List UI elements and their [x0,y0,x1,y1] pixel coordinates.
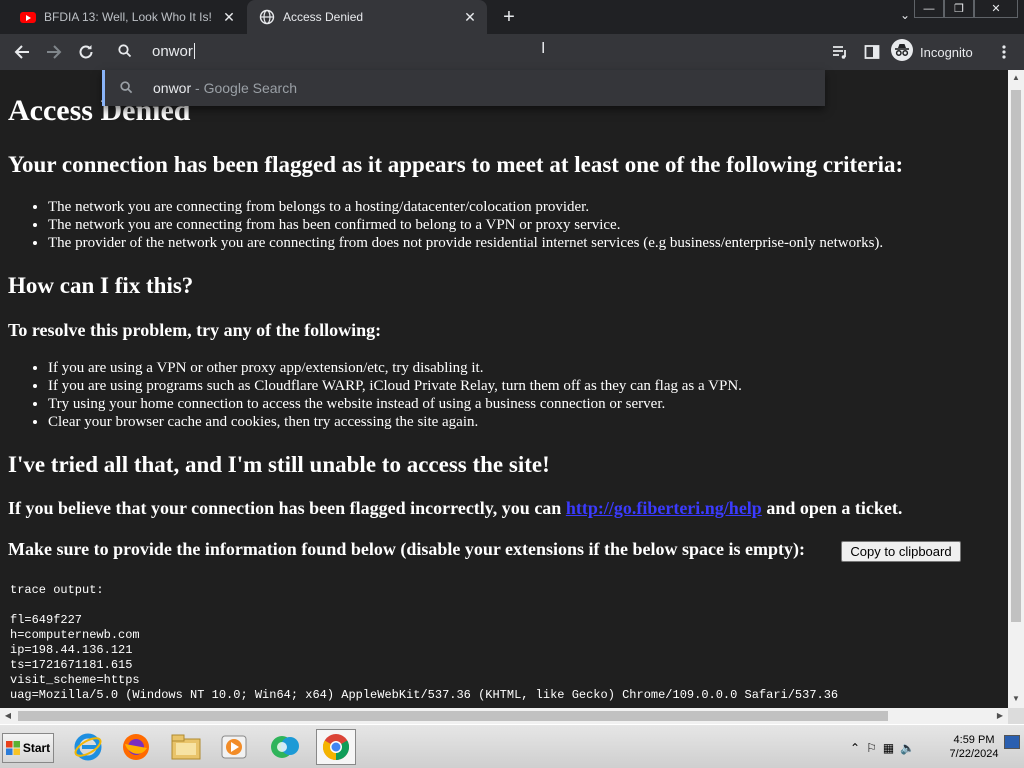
clock-date: 7/22/2024 [949,748,999,760]
list-item: The provider of the network you are conn… [48,234,883,252]
trace-line: fl=649f227 [10,613,83,627]
network-icon[interactable]: ▦ [883,741,894,755]
trace-line: ts=1721671181.615 [10,658,133,672]
system-tray: ⌃ ⚐ ▦ 🔈 [850,733,915,763]
media-control-button[interactable] [828,40,852,64]
list-item: If you are using a VPN or other proxy ap… [48,359,742,377]
search-icon [120,81,133,99]
menu-button[interactable] [992,40,1016,64]
youtube-icon [20,9,36,25]
incorrect-text-after: and open a ticket. [761,498,903,518]
more-vert-icon [1002,45,1006,59]
provide-info-text: Make sure to provide the information fou… [8,539,806,559]
tab-title: Access Denied [283,10,364,24]
list-item: Try using your home connection to access… [48,395,742,413]
windows-logo-icon [5,741,20,755]
list-item: If you are using programs such as Cloudf… [48,377,742,395]
playlist-icon [833,46,846,59]
trace-label: trace output: [10,583,104,597]
start-label: Start [22,741,51,755]
list-item: The network you are connecting from belo… [48,198,883,216]
flag-icon[interactable]: ⚐ [866,741,877,755]
address-input-value[interactable]: onwor [152,43,195,60]
back-button[interactable] [10,40,34,64]
page-content: Access Denied Your connection has been f… [0,70,1008,708]
address-bar[interactable]: onwor [102,34,825,70]
volume-muted-icon[interactable]: 🔈 [900,741,915,755]
close-tab-icon[interactable]: ✕ [220,8,238,26]
scroll-right-icon[interactable]: ▶ [992,711,1008,720]
close-tab-icon[interactable]: ✕ [461,8,479,26]
horizontal-scroll-thumb[interactable] [18,711,888,721]
incognito-label: Incognito [920,44,973,60]
horizontal-scrollbar[interactable]: ◀ ▶ [0,708,1008,724]
tab-youtube[interactable]: BFDIA 13: Well, Look Who It Is! - YouTub… [8,0,246,34]
close-window-button[interactable]: ✕ [974,0,1018,18]
scroll-down-icon[interactable]: ▼ [1008,694,1024,703]
minimize-button[interactable]: — [914,0,944,18]
search-icon [118,44,132,63]
side-panel-button[interactable] [860,40,884,64]
trace-line: visit_scheme=https [10,673,140,687]
list-item: Clear your browser cache and cookies, th… [48,413,742,431]
internet-explorer-icon[interactable] [68,729,108,765]
flagged-heading: Your connection has been flagged as it a… [8,152,904,177]
tab-search-icon[interactable]: ⌄ [895,8,915,26]
resolve-heading: To resolve this problem, try any of the … [8,320,382,340]
show-desktop-button[interactable] [1004,735,1020,749]
new-tab-button[interactable]: + [498,6,520,28]
scroll-left-icon[interactable]: ◀ [0,711,16,720]
fixes-list: If you are using a VPN or other proxy ap… [48,359,742,431]
forward-button[interactable] [42,40,66,64]
trace-line: uag=Mozilla/5.0 (Windows NT 10.0; Win64;… [10,688,839,702]
taskbar: Start ⌃ ⚐ ▦ 🔈 4:59 PM 7/22/2024 [0,724,1024,768]
back-arrow-icon [14,45,29,59]
reload-button[interactable] [74,40,98,64]
vertical-scrollbar[interactable]: ▲ ▼ [1008,70,1024,708]
media-player-icon[interactable] [214,729,254,765]
scroll-up-icon[interactable]: ▲ [1008,73,1024,82]
incorrect-text-before: If you believe that your connection has … [8,498,566,518]
text-cursor-icon: I [541,40,546,57]
incognito-icon [890,38,914,67]
fix-heading: How can I fix this? [8,273,194,298]
tab-access-denied[interactable]: Access Denied ✕ [247,0,487,34]
start-button[interactable]: Start [2,733,54,763]
tab-title: BFDIA 13: Well, Look Who It Is! - YouTub… [44,10,214,24]
criteria-list: The network you are connecting from belo… [48,198,883,252]
show-hidden-icons-icon[interactable]: ⌃ [850,741,860,755]
vertical-scroll-thumb[interactable] [1011,90,1021,622]
trace-line: ip=198.44.136.121 [10,643,133,657]
scrollbar-corner [1008,708,1024,724]
side-panel-icon [864,45,880,59]
firefox-icon[interactable] [116,729,156,765]
globe-icon [259,9,275,25]
help-link[interactable]: http://go.fiberteri.ng/help [566,498,762,518]
chrome-icon[interactable] [316,729,356,765]
toolbar-right [828,34,884,70]
omnibox-suggestion[interactable]: onwor - Google Search [102,70,825,106]
forward-arrow-icon [47,45,62,59]
window-controls: — ❐ ✕ [914,0,1018,18]
suggestion-text: onwor - Google Search [153,80,297,96]
tab-strip: BFDIA 13: Well, Look Who It Is! - YouTub… [0,0,1024,34]
copy-to-clipboard-button[interactable]: Copy to clipboard [841,541,961,562]
incorrect-flag-text: If you believe that your connection has … [8,498,902,519]
reload-icon [79,45,93,59]
restore-button[interactable]: ❐ [944,0,974,18]
trace-line: h=computernewb.com [10,628,140,642]
file-explorer-icon[interactable] [166,729,206,765]
incognito-indicator[interactable]: Incognito [890,38,973,67]
clock[interactable]: 4:59 PM 7/22/2024 [944,733,1004,761]
list-item: The network you are connecting from has … [48,216,883,234]
clock-time: 4:59 PM [953,734,995,746]
messenger-icon[interactable] [266,729,306,765]
tried-heading: I've tried all that, and I'm still unabl… [8,452,550,477]
